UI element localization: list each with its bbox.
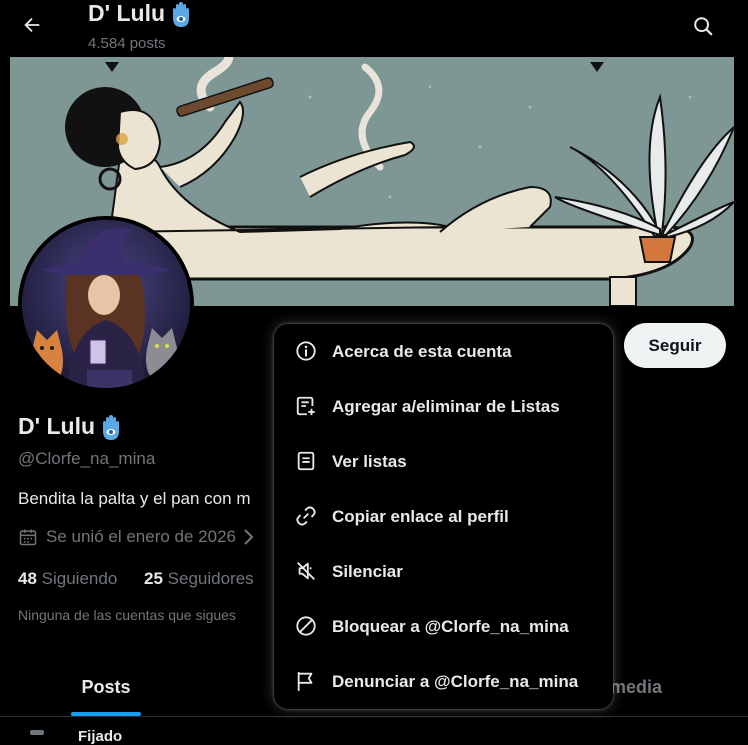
followers-label: Seguidores [167, 569, 254, 588]
following-label: Siguiendo [41, 569, 118, 588]
tab-media[interactable]: media [610, 658, 662, 716]
top-bar: D' Lulu 4.584 posts [0, 0, 748, 57]
followers-count: 25 [144, 569, 163, 588]
following-count: 48 [18, 569, 37, 588]
arrow-left-icon [24, 17, 40, 33]
profile-name: D' Lulu [18, 413, 124, 442]
menu-item-label: Acerca de esta cuenta [332, 341, 512, 361]
menu-item-block[interactable]: Bloquear a @Clorfe_na_mina [274, 599, 613, 654]
calendar-icon [19, 529, 37, 546]
menu-item-view-lists[interactable]: Ver listas [274, 434, 613, 489]
profile-name-text: D' Lulu [18, 413, 96, 439]
profile-handle: @Clorfe_na_mina [18, 449, 156, 468]
chevron-right-icon[interactable] [242, 528, 256, 546]
followed-by-note: Ninguna de las cuentas que sigues [18, 607, 236, 623]
tab-posts-label: Posts [81, 676, 131, 697]
tab-posts[interactable]: Posts [71, 658, 141, 716]
menu-item-label: Denunciar a @Clorfe_na_mina [332, 671, 579, 691]
pin-icon [30, 730, 44, 735]
link-icon [294, 504, 318, 528]
profile-more-menu: Acerca de esta cuenta Agregar a/eliminar… [274, 324, 613, 709]
menu-item-label: Silenciar [332, 561, 403, 581]
joined-text: Se unió el enero de 2026 [46, 527, 236, 546]
menu-item-copy-link[interactable]: Copiar enlace al perfil [274, 489, 613, 544]
profile-stats: 48 Siguiendo 25 Seguidores [18, 569, 276, 589]
list-add-icon [294, 394, 318, 418]
profile-avatar[interactable] [18, 216, 194, 392]
flag-icon [294, 669, 318, 693]
menu-item-about[interactable]: Acerca de esta cuenta [274, 324, 613, 379]
header-name: D' Lulu [88, 0, 166, 26]
block-icon [294, 614, 318, 638]
follow-button[interactable]: Seguir [624, 323, 726, 368]
tab-media-label: media [610, 676, 663, 697]
search-icon [694, 17, 713, 36]
hamsa-emoji-icon [173, 1, 190, 27]
menu-item-lists-add[interactable]: Agregar a/eliminar de Listas [274, 379, 613, 434]
header-posts-count: 4.584 posts [88, 35, 166, 52]
tab-active-indicator [71, 712, 141, 716]
hamsa-emoji-icon [103, 414, 120, 440]
menu-item-label: Ver listas [332, 451, 407, 471]
info-icon [294, 339, 318, 363]
followers-link[interactable]: 25 Seguidores [144, 569, 254, 589]
pinned-label: Fijado [78, 728, 123, 745]
search-button[interactable] [686, 9, 720, 43]
profile-bio: Bendita la palta y el pan con m [18, 489, 251, 508]
list-icon [294, 449, 318, 473]
mute-icon [294, 559, 318, 583]
menu-item-label: Agregar a/eliminar de Listas [332, 396, 560, 416]
menu-item-report[interactable]: Denunciar a @Clorfe_na_mina [274, 654, 613, 709]
header-title: D' Lulu [88, 0, 194, 29]
menu-item-label: Copiar enlace al perfil [332, 506, 509, 526]
menu-item-label: Bloquear a @Clorfe_na_mina [332, 616, 569, 636]
profile-joined: Se unió el enero de 2026 [18, 527, 256, 547]
following-link[interactable]: 48 Siguiendo [18, 569, 117, 589]
back-button[interactable] [14, 10, 50, 40]
menu-item-mute[interactable]: Silenciar [274, 544, 613, 599]
